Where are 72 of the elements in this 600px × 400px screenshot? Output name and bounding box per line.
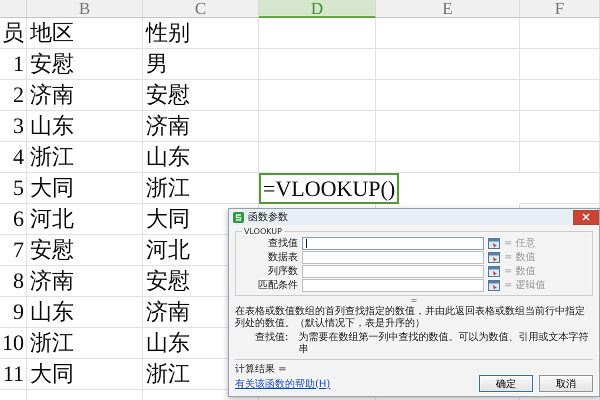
table-cell[interactable]: 员	[0, 18, 27, 49]
table-cell[interactable]	[520, 18, 600, 49]
table-cell[interactable]: 6	[0, 204, 27, 235]
table-cell[interactable]	[520, 142, 600, 173]
column-header[interactable]: E	[376, 0, 520, 18]
argument-type: = 逻辑值	[504, 278, 546, 292]
argument-field[interactable]	[302, 278, 484, 292]
argument-type: = 数值	[504, 251, 536, 264]
table-cell[interactable]: 5	[0, 173, 27, 204]
table-cell[interactable]	[520, 111, 600, 142]
table-cell[interactable]: 大同	[27, 359, 143, 390]
table-cell[interactable]	[259, 111, 376, 142]
argument-field[interactable]	[302, 236, 484, 250]
corner-header	[0, 0, 27, 18]
table-cell[interactable]: 9	[0, 297, 27, 328]
table-cell[interactable]	[259, 80, 376, 111]
argument-type: = 数值	[504, 265, 536, 278]
table-cell[interactable]: 山东	[143, 142, 259, 173]
table-cell[interactable]: 性别	[143, 18, 259, 49]
table-cell[interactable]: 济南	[143, 111, 259, 142]
equals-sign: =	[410, 296, 418, 305]
argument-field[interactable]	[302, 250, 484, 264]
formula-cell[interactable]: =VLOOKUP()	[259, 173, 400, 204]
table-cell[interactable]	[376, 18, 520, 49]
argument-field[interactable]	[302, 264, 484, 278]
range-select-icon[interactable]	[488, 280, 500, 290]
app-icon	[233, 212, 244, 222]
table-cell[interactable]: 济南	[27, 80, 143, 111]
dialog-button[interactable]: 取消	[539, 375, 593, 392]
table-cell[interactable]: 1	[0, 49, 27, 80]
table-cell[interactable]	[520, 173, 600, 204]
table-cell[interactable]: 山东	[27, 297, 143, 328]
range-select-icon[interactable]	[488, 252, 500, 262]
table-cell[interactable]: 安慰	[27, 235, 143, 266]
table-cell[interactable]	[520, 80, 600, 111]
table-cell[interactable]: 8	[0, 266, 27, 297]
argument-label: 数据表	[267, 250, 298, 264]
table-cell[interactable]: 10	[0, 328, 27, 359]
argument-label: 匹配条件	[257, 279, 298, 292]
argument-label: 列序数	[267, 264, 298, 278]
dialog-button[interactable]: 确定	[479, 375, 533, 392]
table-cell[interactable]	[376, 80, 520, 111]
table-cell[interactable]: 11	[0, 359, 27, 390]
table-cell[interactable]	[376, 111, 520, 142]
table-cell[interactable]: 3	[0, 111, 27, 142]
table-cell[interactable]: 济南	[27, 266, 143, 297]
argument-help-text: 为需要在数组第一列中查找的数值。可以为数值、引用或文本字符串	[298, 332, 590, 356]
table-cell[interactable]: 4	[0, 142, 27, 173]
range-select-icon[interactable]	[488, 266, 500, 276]
table-cell[interactable]: 浙江	[27, 328, 143, 359]
table-cell[interactable]: 2	[0, 80, 27, 111]
close-button[interactable]	[573, 210, 599, 224]
range-select-icon[interactable]	[488, 238, 500, 248]
table-cell[interactable]: 大同	[27, 173, 143, 204]
table-cell[interactable]	[259, 49, 376, 80]
table-cell[interactable]: 安慰	[27, 49, 143, 80]
argument-label: 查找值	[267, 236, 298, 250]
table-cell[interactable]: 河北	[27, 204, 143, 235]
close-icon	[582, 213, 590, 221]
table-cell[interactable]	[259, 18, 376, 49]
table-cell[interactable]: 安慰	[143, 80, 259, 111]
column-header[interactable]: B	[27, 0, 143, 18]
table-cell[interactable]: 浙江	[27, 142, 143, 173]
argument-type: = 任意	[504, 236, 536, 250]
column-header[interactable]: F	[520, 0, 600, 18]
table-cell[interactable]: 山东	[27, 111, 143, 142]
column-header[interactable]: C	[143, 0, 259, 18]
table-cell[interactable]: 7	[0, 235, 27, 266]
table-cell[interactable]	[520, 49, 600, 80]
table-cell[interactable]	[376, 49, 520, 80]
table-cell[interactable]: 地区	[27, 18, 143, 49]
table-cell[interactable]: 男	[143, 49, 259, 80]
